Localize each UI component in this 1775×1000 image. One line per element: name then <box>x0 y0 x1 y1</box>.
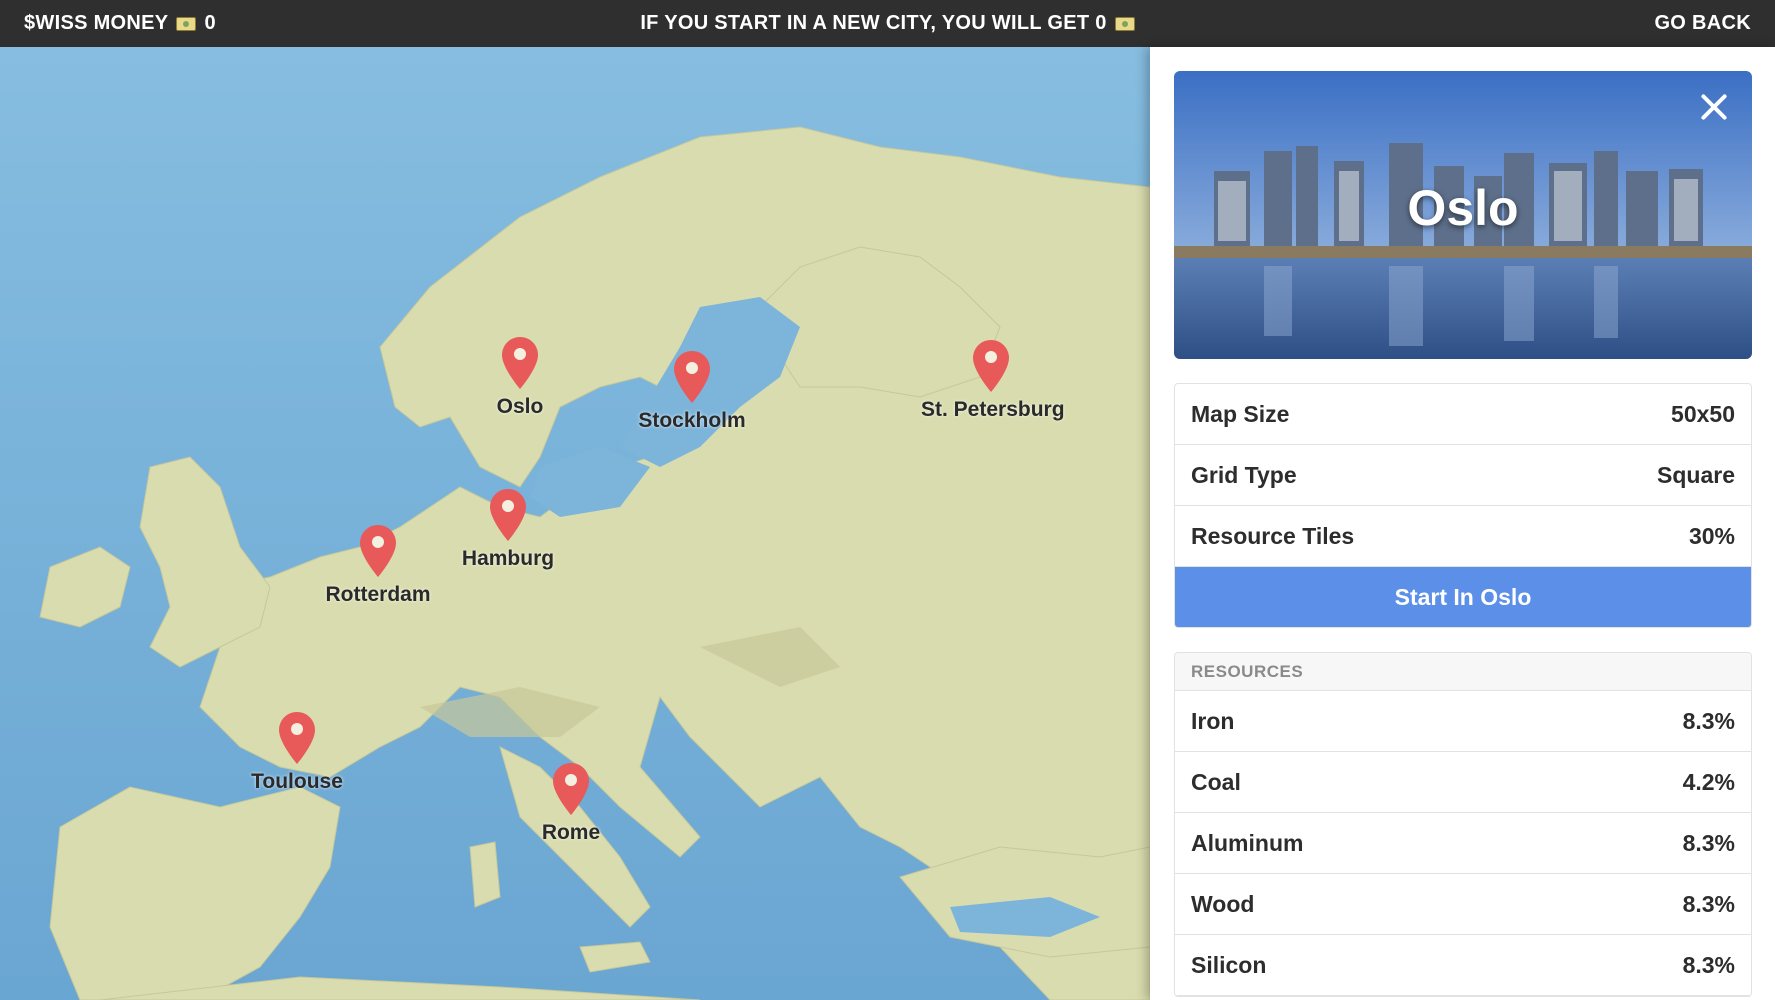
map-pin-icon <box>553 763 589 815</box>
resource-label: Silicon <box>1191 951 1267 978</box>
city-pin-stockholm[interactable]: Stockholm <box>622 351 762 433</box>
city-label: Rome <box>541 821 601 844</box>
info-row-resource-tiles: Resource Tiles 30% <box>1175 506 1751 567</box>
city-hero-image: Oslo <box>1174 71 1752 359</box>
city-info-table: Map Size 50x50 Grid Type Square Resource… <box>1174 383 1752 628</box>
city-label: St. Petersburg <box>921 398 1065 421</box>
city-label: Toulouse <box>251 770 343 793</box>
city-details-panel: Oslo Map Size 50x50 Grid Type Square Res… <box>1150 47 1775 1000</box>
resource-row-silicon: Silicon 8.3% <box>1175 935 1751 996</box>
start-bonus-notice: IF YOU START IN A NEW CITY, YOU WILL GET… <box>0 12 1775 35</box>
city-pin-hamburg[interactable]: Hamburg <box>438 489 578 571</box>
city-label: Hamburg <box>461 547 555 570</box>
city-label: Rotterdam <box>325 583 431 606</box>
resource-label: Iron <box>1191 707 1235 734</box>
city-label: Oslo <box>496 395 544 418</box>
money-label: $WISS MONEY <box>24 12 169 34</box>
info-value: 50x50 <box>1671 400 1735 427</box>
resource-value: 8.3% <box>1682 951 1735 978</box>
money-icon <box>176 16 197 31</box>
city-pin-rotterdam[interactable]: Rotterdam <box>308 525 448 607</box>
resource-label: Aluminum <box>1191 829 1304 856</box>
top-bar: $WISS MONEY 0 IF YOU START IN A NEW CITY… <box>0 0 1775 47</box>
resource-value: 8.3% <box>1682 890 1735 917</box>
map-pin-icon <box>674 351 710 403</box>
map-pin-icon <box>360 525 396 577</box>
resource-label: Wood <box>1191 890 1255 917</box>
resource-value: 4.2% <box>1682 768 1735 795</box>
resource-value: 8.3% <box>1682 829 1735 856</box>
city-pin-toulouse[interactable]: Toulouse <box>227 712 367 794</box>
resource-row-iron: Iron 8.3% <box>1175 691 1751 752</box>
money-icon <box>1114 16 1135 31</box>
resource-row-wood: Wood 8.3% <box>1175 874 1751 935</box>
info-label: Resource Tiles <box>1191 522 1355 549</box>
resource-label: Coal <box>1191 768 1241 795</box>
city-pin-rome[interactable]: Rome <box>501 763 641 845</box>
money-value: 0 <box>204 12 216 34</box>
resources-table: RESOURCES Iron 8.3% Coal 4.2% Aluminum 8… <box>1174 652 1752 997</box>
resource-row-coal: Coal 4.2% <box>1175 752 1751 813</box>
info-label: Map Size <box>1191 400 1290 427</box>
info-row-map-size: Map Size 50x50 <box>1175 384 1751 445</box>
notice-text: IF YOU START IN A NEW CITY, YOU WILL GET… <box>640 12 1107 34</box>
map-pin-icon <box>279 712 315 764</box>
info-value: Square <box>1657 461 1735 488</box>
europe-map[interactable]: Oslo Stockholm St. Petersburg Hamburg Ro… <box>0 47 1150 1000</box>
city-label: Stockholm <box>638 409 746 432</box>
start-city-button[interactable]: Start In Oslo <box>1175 567 1751 627</box>
map-pin-icon <box>502 337 538 389</box>
close-icon[interactable] <box>1694 87 1734 127</box>
city-pin-st-petersburg[interactable]: St. Petersburg <box>921 340 1065 422</box>
city-title: Oslo <box>1407 180 1519 236</box>
resource-value: 8.3% <box>1682 707 1735 734</box>
go-back-button[interactable]: GO BACK <box>1654 12 1751 35</box>
map-pin-icon <box>973 340 1009 392</box>
money-display: $WISS MONEY 0 <box>24 12 216 35</box>
info-row-grid-type: Grid Type Square <box>1175 445 1751 506</box>
info-label: Grid Type <box>1191 461 1297 488</box>
city-pin-oslo[interactable]: Oslo <box>450 337 590 419</box>
map-pin-icon <box>490 489 526 541</box>
resources-header: RESOURCES <box>1175 653 1751 691</box>
resource-row-aluminum: Aluminum 8.3% <box>1175 813 1751 874</box>
info-value: 30% <box>1688 522 1735 549</box>
